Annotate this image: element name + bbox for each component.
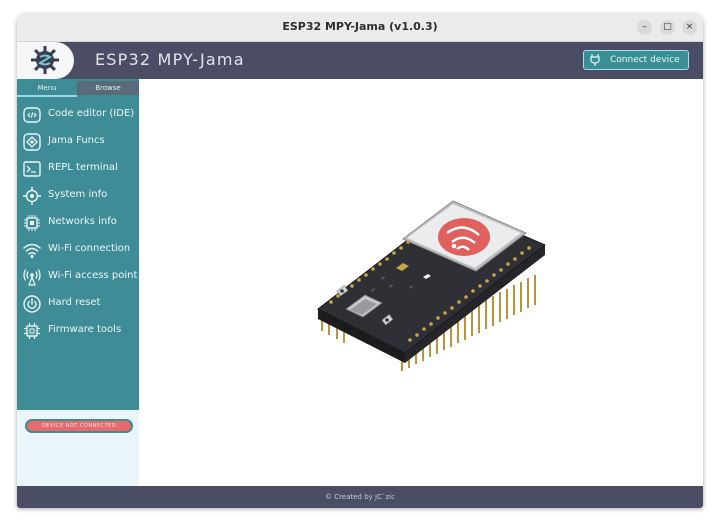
minimize-button[interactable]: – [637, 20, 652, 35]
app-logo-icon [31, 46, 59, 74]
sidebar-item-label: Firmware tools [48, 324, 122, 335]
plug-icon [590, 54, 600, 66]
sidebar-item-label: System info [48, 189, 108, 200]
sidebar-item-label: REPL terminal [48, 162, 118, 173]
main-content [141, 81, 703, 486]
sidebar-item-repl-terminal[interactable]: REPL terminal [17, 157, 139, 181]
power-icon [23, 295, 41, 313]
connect-device-button[interactable]: Connect device [583, 50, 689, 70]
window-title: ESP32 MPY-Jama (v1.0.3) [282, 20, 438, 33]
status-panel: DEVICE NOT CONNECTED [17, 410, 139, 486]
sidebar-item-wifi-access-point[interactable]: Wi-Fi access point [17, 265, 139, 289]
code-icon [23, 107, 41, 123]
system-info-icon [23, 187, 41, 205]
sidebar-item-code-editor[interactable]: Code editor (IDE) [17, 103, 139, 127]
connect-device-label: Connect device [610, 55, 680, 65]
sidebar-item-label: Wi-Fi access point [48, 270, 138, 281]
sidebar-item-label: Networks info [48, 216, 117, 227]
sidebar-item-jama-funcs[interactable]: Jama Funcs [17, 130, 139, 154]
tab-browse[interactable]: Browse [77, 81, 139, 95]
sidebar-item-label: Jama Funcs [48, 135, 105, 146]
tab-menu[interactable]: Menu [17, 81, 77, 97]
sidebar-item-firmware-tools[interactable]: Firmware tools [17, 319, 139, 343]
logo-container [17, 42, 74, 79]
wifi-icon [23, 243, 41, 258]
title-bar[interactable]: ESP32 MPY-Jama (v1.0.3) – □ × [17, 14, 703, 42]
sidebar-item-hard-reset[interactable]: Hard reset [17, 292, 139, 316]
maximize-button[interactable]: □ [660, 20, 675, 35]
access-point-icon [23, 269, 41, 286]
footer: © Created by JC`zic [17, 486, 703, 508]
sidebar-item-wifi-connection[interactable]: Wi-Fi connection [17, 238, 139, 262]
sidebar-item-system-info[interactable]: System info [17, 184, 139, 208]
networks-icon [24, 215, 40, 231]
app-title: ESP32 MPY-Jama [95, 50, 245, 69]
app-header: ESP32 MPY-Jama Connect device [17, 42, 703, 79]
sidebar-item-label: Wi-Fi connection [48, 243, 131, 254]
close-button[interactable]: × [682, 20, 697, 35]
terminal-icon [23, 161, 41, 177]
sidebar-item-networks-info[interactable]: Networks info [17, 211, 139, 235]
espressif-logo-icon [438, 218, 490, 256]
chip-icon [24, 323, 40, 339]
app-window: ESP32 MPY-Jama (v1.0.3) – □ × ESP32 MPY-… [17, 14, 703, 508]
funcs-icon [23, 133, 41, 151]
esp32-board-image [317, 200, 546, 371]
sidebar-item-label: Code editor (IDE) [48, 108, 135, 119]
sidebar: Menu Browse Code editor (IDE) Jama Funcs… [17, 79, 139, 486]
sidebar-item-label: Hard reset [48, 297, 101, 308]
connection-status-badge: DEVICE NOT CONNECTED [25, 419, 133, 433]
